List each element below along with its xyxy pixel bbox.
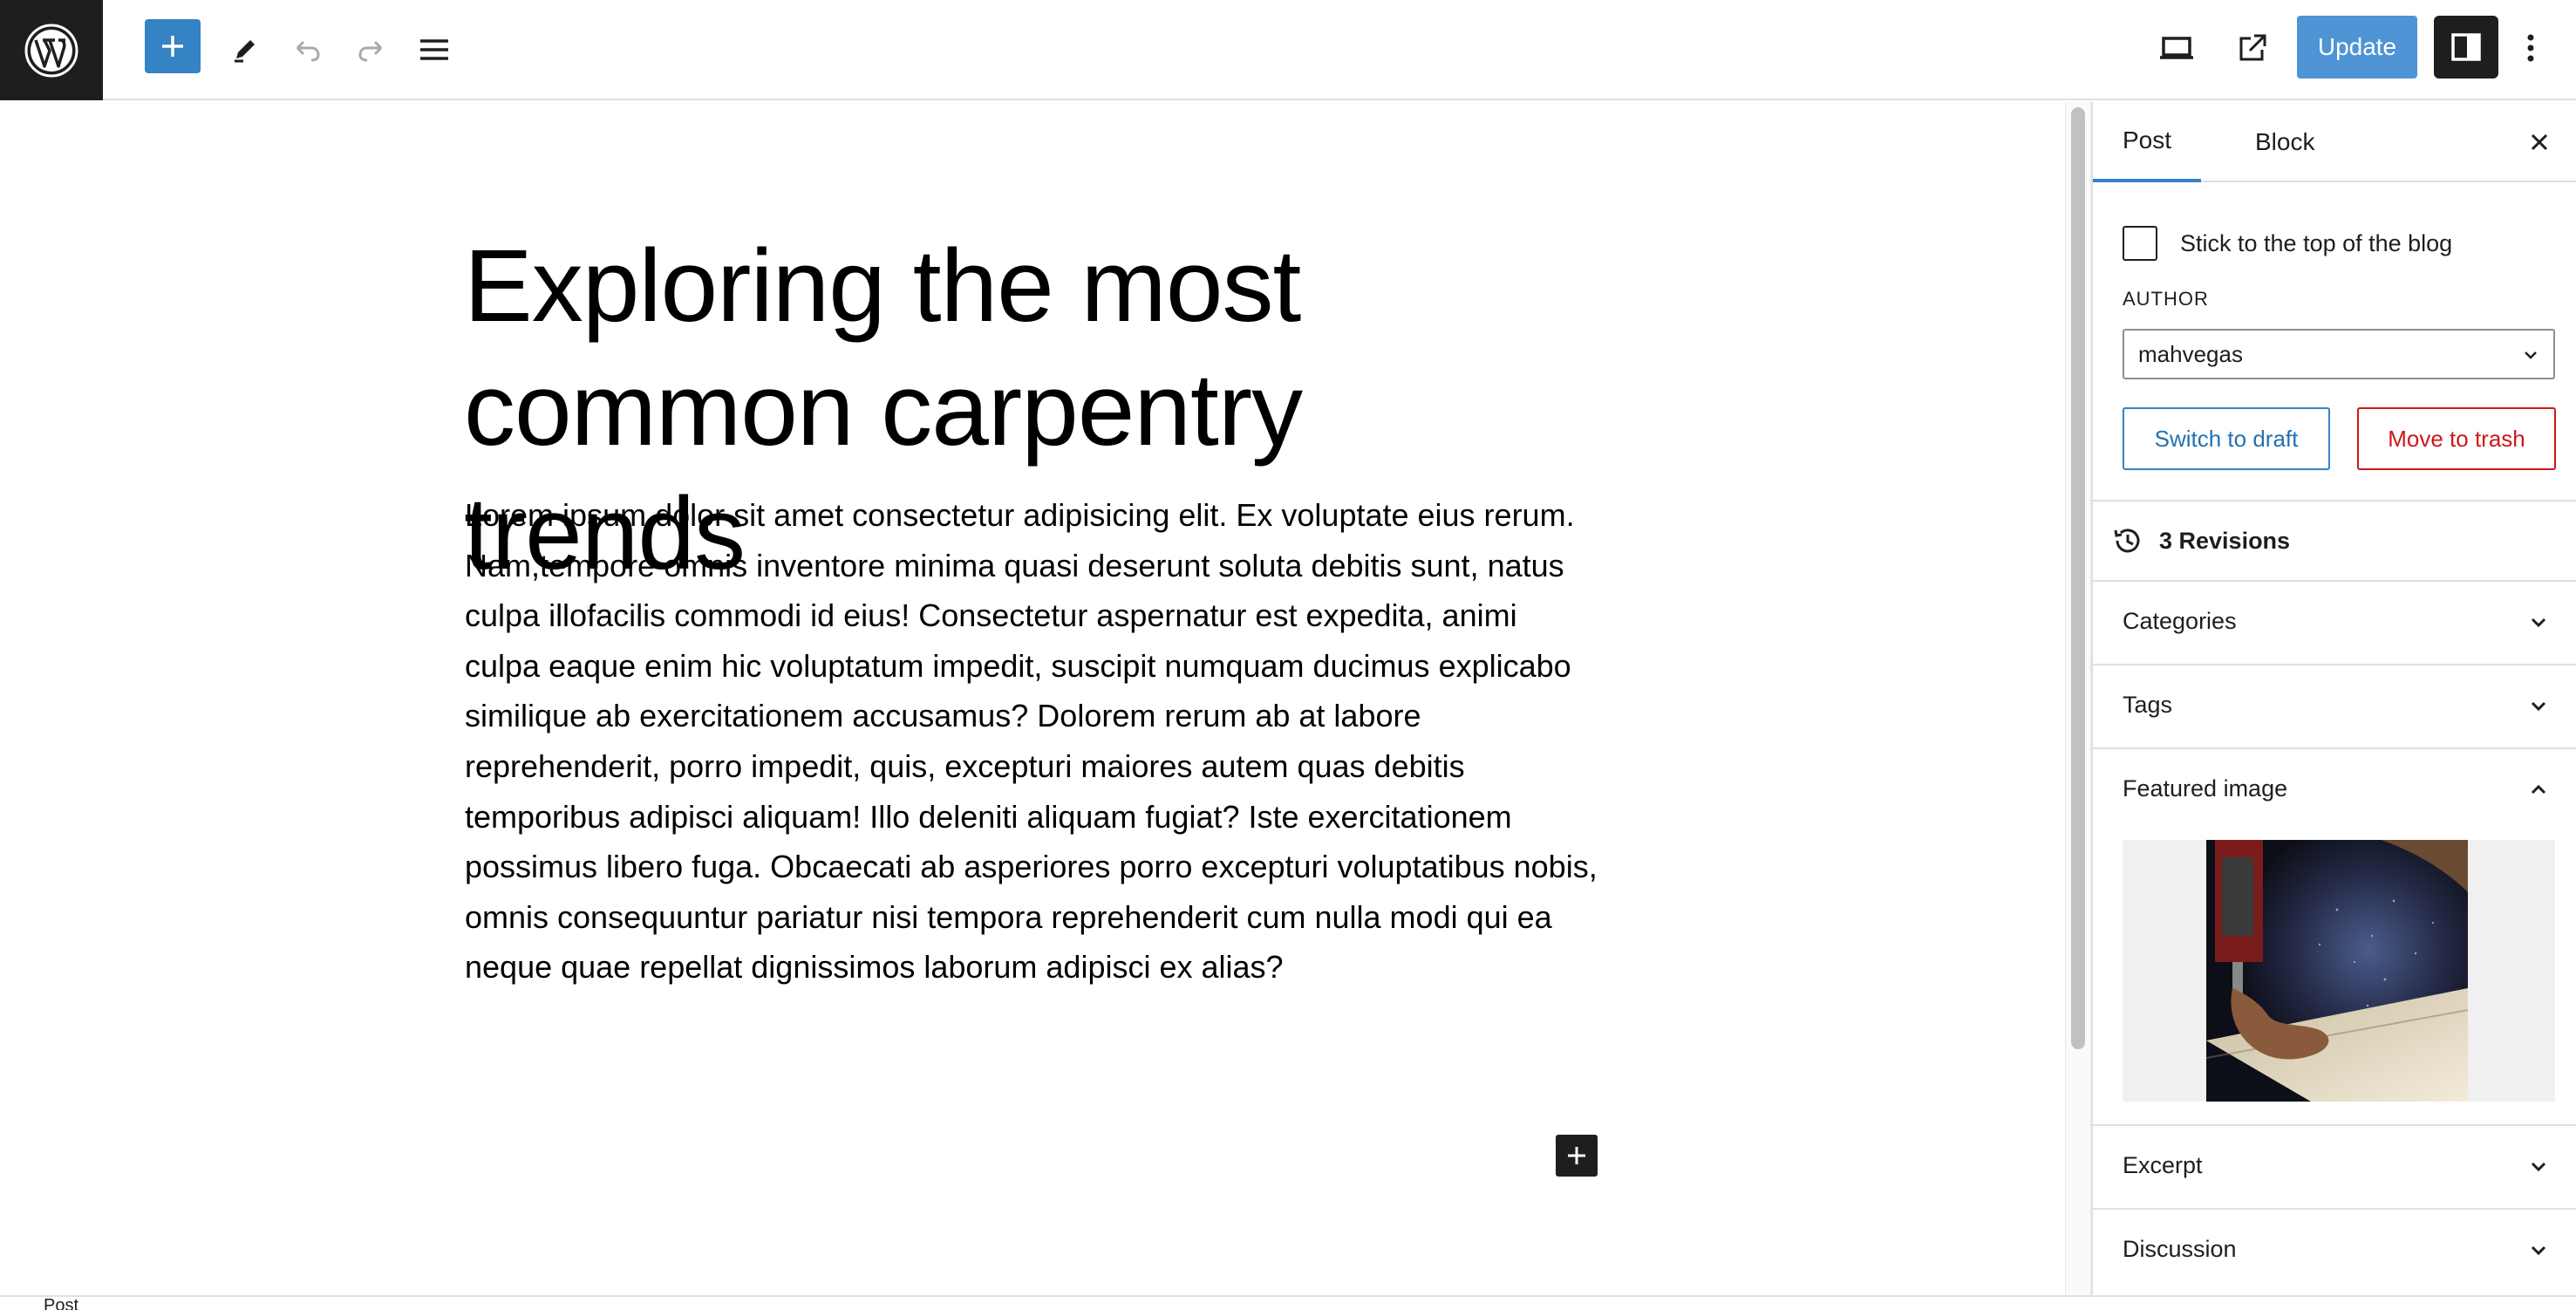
panel-tags[interactable]: Tags [2123, 692, 2550, 719]
wordpress-logo[interactable] [0, 0, 103, 100]
add-block-button[interactable] [1556, 1135, 1598, 1177]
panel-discussion-label: Discussion [2123, 1236, 2237, 1262]
panel-excerpt-label: Excerpt [2123, 1152, 2203, 1178]
divider [2093, 500, 2576, 501]
divider [2093, 1208, 2576, 1210]
plus-icon [1568, 1147, 1585, 1164]
view-post-button[interactable] [2232, 28, 2273, 68]
move-to-trash-button[interactable]: Move to trash [2357, 407, 2556, 470]
block-inserter-button[interactable] [145, 19, 201, 73]
divider [2093, 1124, 2576, 1126]
document-overview-button[interactable] [414, 30, 454, 70]
tools-button[interactable] [225, 30, 265, 70]
settings-sidebar: Post Block Stick to the top of the blog … [2091, 102, 2576, 1295]
undo-icon [296, 40, 320, 62]
panel-featured-image-label: Featured image [2123, 775, 2288, 802]
list-view-icon [420, 39, 448, 60]
panel-categories-label: Categories [2123, 608, 2237, 634]
panel-discussion[interactable]: Discussion [2123, 1236, 2550, 1263]
settings-toggle-button[interactable] [2434, 16, 2498, 78]
divider [2093, 664, 2576, 665]
chevron-down-icon [2525, 351, 2537, 359]
plus-icon [162, 36, 183, 57]
switch-to-draft-button[interactable]: Switch to draft [2123, 407, 2330, 470]
featured-image[interactable] [2206, 840, 2468, 1102]
author-select[interactable]: mahvegas [2123, 329, 2555, 379]
divider [2093, 580, 2576, 582]
chevron-down-icon [2531, 701, 2546, 711]
sidebar-toggle-icon [2451, 33, 2481, 61]
editor-canvas: Exploring the most common carpentry tren… [0, 102, 2065, 1295]
sticky-checkbox[interactable] [2123, 226, 2157, 261]
tab-post[interactable]: Post [2093, 102, 2202, 182]
scrollbar-thumb[interactable] [2071, 107, 2085, 1049]
revisions-link[interactable]: 3 Revisions [2110, 523, 2290, 558]
redo-icon [358, 40, 383, 62]
close-sidebar-button[interactable] [2518, 121, 2560, 163]
panel-categories[interactable]: Categories [2123, 608, 2550, 635]
chevron-down-icon [2531, 1245, 2546, 1255]
featured-image-preview[interactable] [2123, 840, 2555, 1102]
revisions-label: 3 Revisions [2159, 527, 2291, 554]
update-button[interactable]: Update [2297, 16, 2417, 78]
editor-scrollbar[interactable] [2065, 102, 2091, 1295]
preview-button[interactable] [2155, 28, 2198, 68]
divider [2093, 747, 2576, 749]
undo-button[interactable] [288, 30, 328, 70]
panel-featured-image[interactable]: Featured image [2123, 775, 2550, 802]
chevron-down-icon [2531, 1162, 2546, 1171]
editor-header: Update [0, 0, 2576, 100]
external-link-icon [2239, 34, 2266, 61]
breadcrumb-post[interactable]: Post [44, 1297, 78, 1310]
history-icon [2114, 529, 2140, 553]
author-label: AUTHOR [2123, 288, 2209, 310]
sticky-label: Stick to the top of the blog [2180, 229, 2453, 256]
wordpress-icon [24, 24, 78, 77]
chevron-up-icon [2531, 784, 2546, 794]
pencil-icon [235, 40, 255, 63]
carpentry-photo [2206, 840, 2468, 1102]
sidebar-tabs: Post Block [2093, 102, 2576, 182]
sticky-option: Stick to the top of the blog [2123, 226, 2452, 261]
redo-button[interactable] [351, 30, 391, 70]
close-icon [2531, 133, 2548, 151]
paragraph-block[interactable]: Lorem ipsum dolor sit amet consectetur a… [465, 490, 1598, 993]
laptop-icon [2160, 37, 2193, 59]
chevron-down-icon [2531, 617, 2546, 627]
panel-tags-label: Tags [2123, 692, 2173, 718]
tab-block[interactable]: Block [2225, 102, 2344, 182]
options-menu-button[interactable] [2513, 28, 2548, 68]
block-breadcrumb-bar: Post [0, 1295, 2576, 1310]
panel-excerpt[interactable]: Excerpt [2123, 1152, 2550, 1179]
more-vertical-icon [2527, 34, 2534, 62]
author-value: mahvegas [2138, 340, 2243, 367]
